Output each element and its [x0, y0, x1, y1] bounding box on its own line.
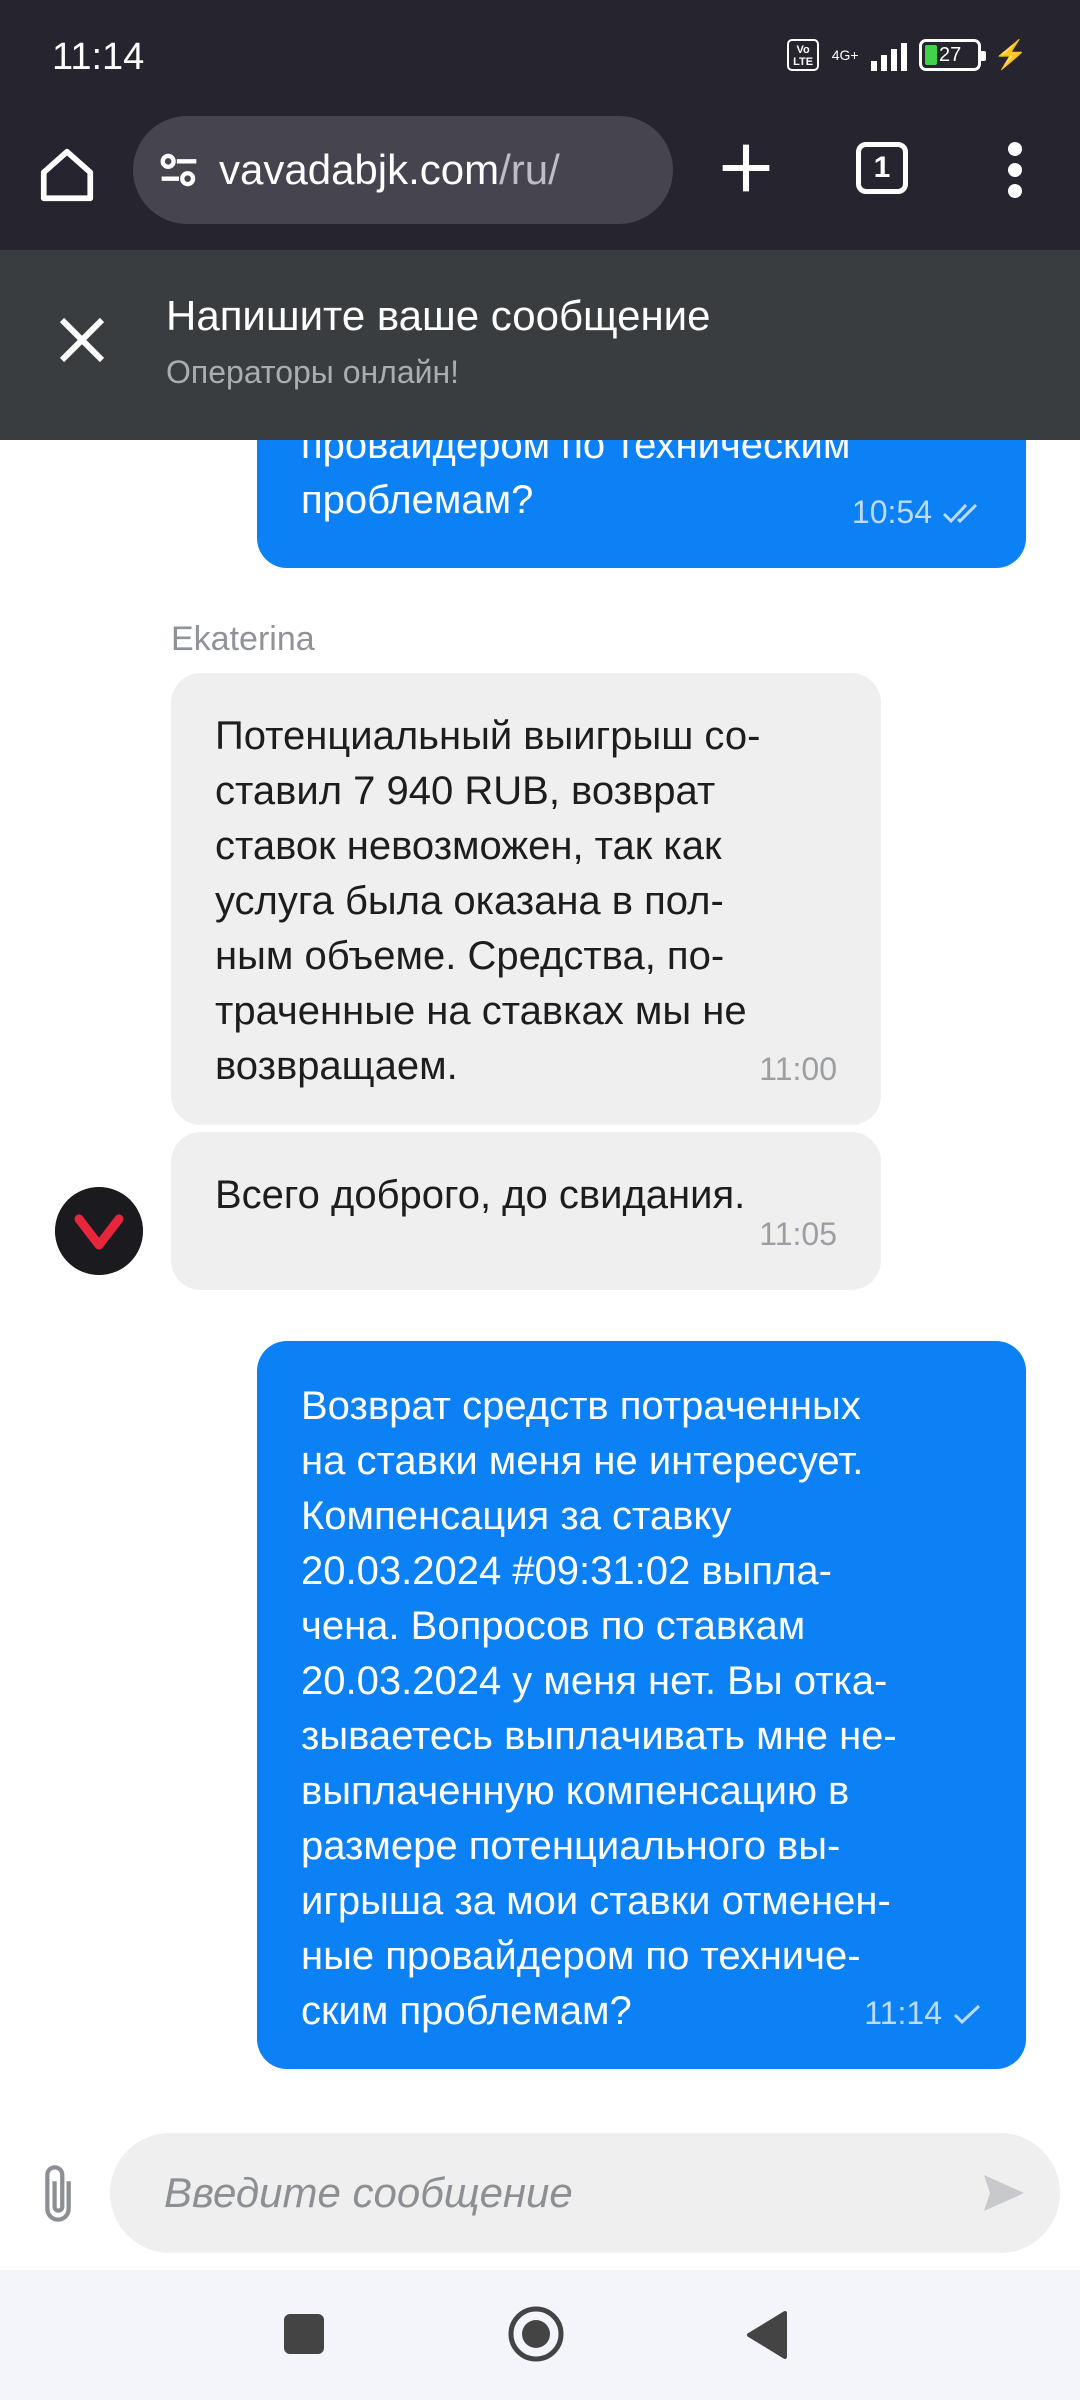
- system-nav-bar: [0, 2270, 1080, 2400]
- message-outgoing: провайдером по техническим проблемам? 10…: [257, 440, 1026, 568]
- message-meta: 10:54: [852, 485, 982, 540]
- battery-icon: 27: [919, 38, 987, 71]
- double-check-icon: [942, 503, 978, 523]
- signal-icon: [871, 39, 908, 71]
- message-text: Всего доброго, до свидания.: [215, 1173, 746, 1217]
- send-icon[interactable]: [980, 2169, 1028, 2217]
- message-meta: 11:00: [759, 1042, 837, 1097]
- back-button[interactable]: [745, 2310, 789, 2360]
- home-icon[interactable]: [36, 144, 98, 206]
- chat-subtitle: Операторы онлайн!: [166, 354, 460, 390]
- message-list[interactable]: провайдером по техническим проблемам? 10…: [0, 440, 1080, 2130]
- message-meta: 11:14: [864, 1986, 982, 2041]
- status-bar: 11:14 Vo LTE 4G+ 27 ⚡: [0, 0, 1080, 116]
- recents-button[interactable]: [284, 2314, 324, 2354]
- chat-header: Напишите ваше сообщение Операторы онлайн…: [0, 250, 1080, 440]
- home-button[interactable]: [506, 2304, 566, 2364]
- chat-title: Напишите ваше сообщение: [166, 292, 711, 339]
- message-text: Возврат средств потраченных на ставки ме…: [301, 1384, 897, 2033]
- url-text[interactable]: vavadabjk.com/ru/: [219, 146, 560, 194]
- site-settings-icon[interactable]: [153, 144, 205, 196]
- new-tab-icon[interactable]: [718, 140, 774, 196]
- volte-icon: Vo LTE: [787, 38, 820, 71]
- message-outgoing: Возврат средств потраченных на ставки ме…: [257, 1341, 1026, 2069]
- brand-logo-icon: [55, 1187, 143, 1275]
- message-input[interactable]: [164, 2133, 964, 2253]
- check-icon: [953, 2004, 981, 2024]
- message-text: Потенциальный выигрыш со- ставил 7 940 R…: [215, 714, 761, 1088]
- tab-switcher-icon[interactable]: 1: [856, 142, 908, 194]
- attach-icon[interactable]: [32, 2162, 84, 2226]
- message-time: 11:05: [759, 1216, 837, 1252]
- system-indicators: Vo LTE 4G+ 27 ⚡: [787, 38, 1028, 71]
- url-path: /ru/: [499, 146, 560, 193]
- message-time: 11:00: [759, 1051, 837, 1087]
- message-incoming: Потенциальный выигрыш со- ставил 7 940 R…: [171, 673, 881, 1125]
- browser-toolbar: vavadabjk.com/ru/ 1: [0, 116, 1080, 250]
- close-icon[interactable]: [52, 310, 112, 370]
- sender-name: Ekaterina: [171, 620, 315, 658]
- more-menu-icon[interactable]: [1000, 142, 1030, 198]
- message-time: 11:14: [864, 1995, 942, 2031]
- url-domain: vavadabjk.com: [219, 146, 500, 193]
- status-time: 11:14: [52, 36, 145, 78]
- charging-icon: ⚡: [993, 39, 1028, 70]
- message-incoming: Всего доброго, до свидания. 11:05: [171, 1132, 881, 1290]
- address-bar[interactable]: vavadabjk.com/ru/: [133, 116, 673, 224]
- network-type: 4G+: [831, 46, 859, 63]
- battery-level: 27: [939, 43, 962, 66]
- message-composer: [110, 2133, 1060, 2253]
- message-meta: 11:05: [759, 1207, 837, 1262]
- message-time: 10:54: [851, 494, 932, 530]
